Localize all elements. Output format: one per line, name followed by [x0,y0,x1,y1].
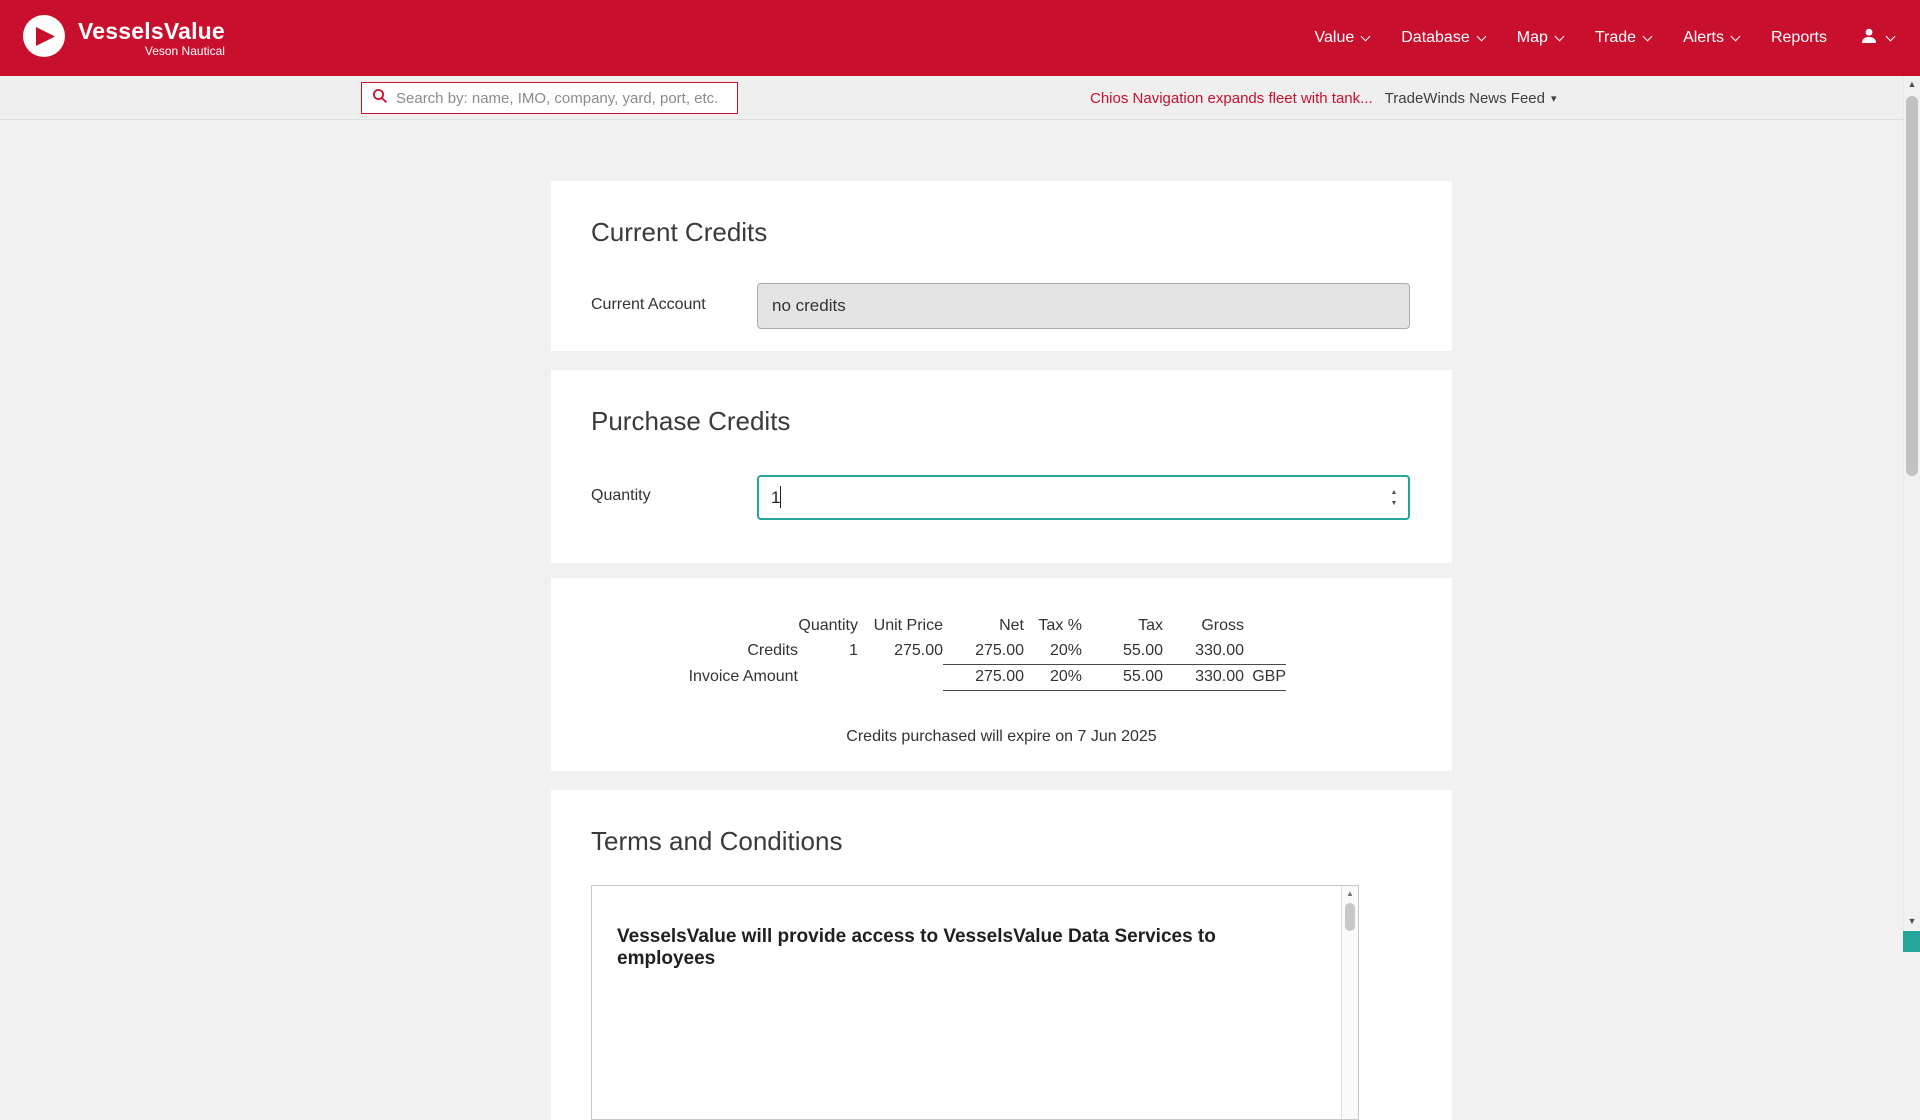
main-nav: Value Database Map Trade Alerts Reports [1315,0,1895,76]
chevron-down-icon [1554,31,1564,41]
current-credits-card: Current Credits Current Account [551,181,1452,351]
quantity-stepper[interactable]: ▲ ▼ [1385,482,1403,513]
text-cursor [780,486,781,508]
chevron-down-icon [1643,31,1653,41]
credits-quantity: 1 [798,639,858,665]
invoice-currency: GBP [1244,665,1286,691]
scroll-up-icon[interactable]: ▲ [1904,79,1920,89]
page-scrollbar[interactable]: ▲ ▼ [1903,76,1920,952]
invoice-tax-pct: 20% [1024,665,1082,691]
app-header: VesselsValue Veson Nautical Value Databa… [0,0,1920,76]
nav-label: Trade [1595,29,1636,47]
brand-text: VesselsValue Veson Nautical [78,19,225,58]
nav-label: Alerts [1683,29,1724,47]
nav-item-reports[interactable]: Reports [1771,29,1827,47]
quantity-label: Quantity [591,487,651,505]
invoice-table: Quantity Unit Price Net Tax % Tax Gross … [638,614,1286,691]
user-menu[interactable] [1859,26,1894,51]
nav-item-map[interactable]: Map [1517,29,1563,47]
invoice-tax: 55.00 [1082,665,1163,691]
user-icon [1859,26,1879,51]
invoice-summary-card: Quantity Unit Price Net Tax % Tax Gross … [551,578,1452,771]
brand-subtitle: Veson Nautical [145,44,225,58]
credits-expiry-note: Credits purchased will expire on 7 Jun 2… [551,728,1452,746]
col-header-quantity: Quantity [798,614,858,639]
nav-item-alerts[interactable]: Alerts [1683,29,1739,47]
credits-net: 275.00 [943,639,1024,665]
terms-body-text: VesselsValue will provide access to Vess… [592,886,1358,970]
purchase-credits-title: Purchase Credits [551,370,1452,437]
chevron-down-icon [1476,31,1486,41]
terms-scroll-area: VesselsValue will provide access to Vess… [591,885,1359,1120]
brand-name: VesselsValue [78,19,225,44]
vesselsvalue-logo-icon [22,14,66,63]
nav-label: Value [1315,29,1355,47]
credits-unit-price: 275.00 [858,639,943,665]
chevron-down-icon [1361,31,1371,41]
credits-tax-pct: 20% [1024,639,1082,665]
terms-scrollbar[interactable]: ▲ [1341,886,1358,1119]
search-icon [362,88,388,109]
news-feed-label: TradeWinds News Feed [1385,90,1545,107]
caret-down-icon: ▾ [1551,92,1557,105]
nav-label: Reports [1771,29,1827,47]
table-header-row: Quantity Unit Price Net Tax % Tax Gross [638,614,1286,639]
search-bar-row: Chios Navigation expands fleet with tank… [0,76,1920,120]
terms-title: Terms and Conditions [551,790,1452,857]
stepper-down-icon[interactable]: ▼ [1391,500,1398,507]
news-feed-dropdown[interactable]: TradeWinds News Feed ▾ [1385,90,1557,107]
nav-label: Map [1517,29,1548,47]
quantity-input[interactable] [757,475,1410,520]
chevron-down-icon [1731,31,1741,41]
col-header-tax-pct: Tax % [1024,614,1082,639]
purchase-credits-card: Purchase Credits Quantity ▲ ▼ [551,370,1452,563]
col-header-net: Net [943,614,1024,639]
nav-item-value[interactable]: Value [1315,29,1370,47]
current-account-field [757,283,1410,329]
scroll-down-icon[interactable]: ▼ [1904,916,1920,926]
credits-gross: 330.00 [1163,639,1244,665]
col-header-tax: Tax [1082,614,1163,639]
page-scrollbar-thumb[interactable] [1906,96,1918,476]
current-account-label: Current Account [591,296,706,314]
invoice-amount-row: Invoice Amount 275.00 20% 55.00 330.00 G… [638,665,1286,691]
chevron-down-icon [1886,31,1896,41]
global-search[interactable] [361,82,738,114]
terms-scroll-up-icon[interactable]: ▲ [1342,886,1358,898]
credits-tax: 55.00 [1082,639,1163,665]
news-headline-link[interactable]: Chios Navigation expands fleet with tank… [1090,90,1373,107]
nav-item-trade[interactable]: Trade [1595,29,1651,47]
news-ticker: Chios Navigation expands fleet with tank… [1090,76,1557,120]
invoice-net: 275.00 [943,665,1024,691]
col-header-gross: Gross [1163,614,1244,639]
invoice-gross: 330.00 [1163,665,1244,691]
current-credits-title: Current Credits [551,181,1452,248]
credits-row-label: Credits [638,639,798,665]
invoice-row-label: Invoice Amount [638,665,798,691]
nav-label: Database [1401,29,1470,47]
nav-item-database[interactable]: Database [1401,29,1485,47]
search-input[interactable] [388,83,737,113]
terms-card: Terms and Conditions VesselsValue will p… [551,790,1452,1120]
col-header-unit-price: Unit Price [858,614,943,639]
terms-scrollbar-thumb[interactable] [1345,903,1355,931]
teal-corner-widget[interactable] [1903,931,1920,952]
brand-logo-group[interactable]: VesselsValue Veson Nautical [22,14,225,63]
stepper-up-icon[interactable]: ▲ [1391,489,1398,496]
credits-row: Credits 1 275.00 275.00 20% 55.00 330.00 [638,639,1286,665]
